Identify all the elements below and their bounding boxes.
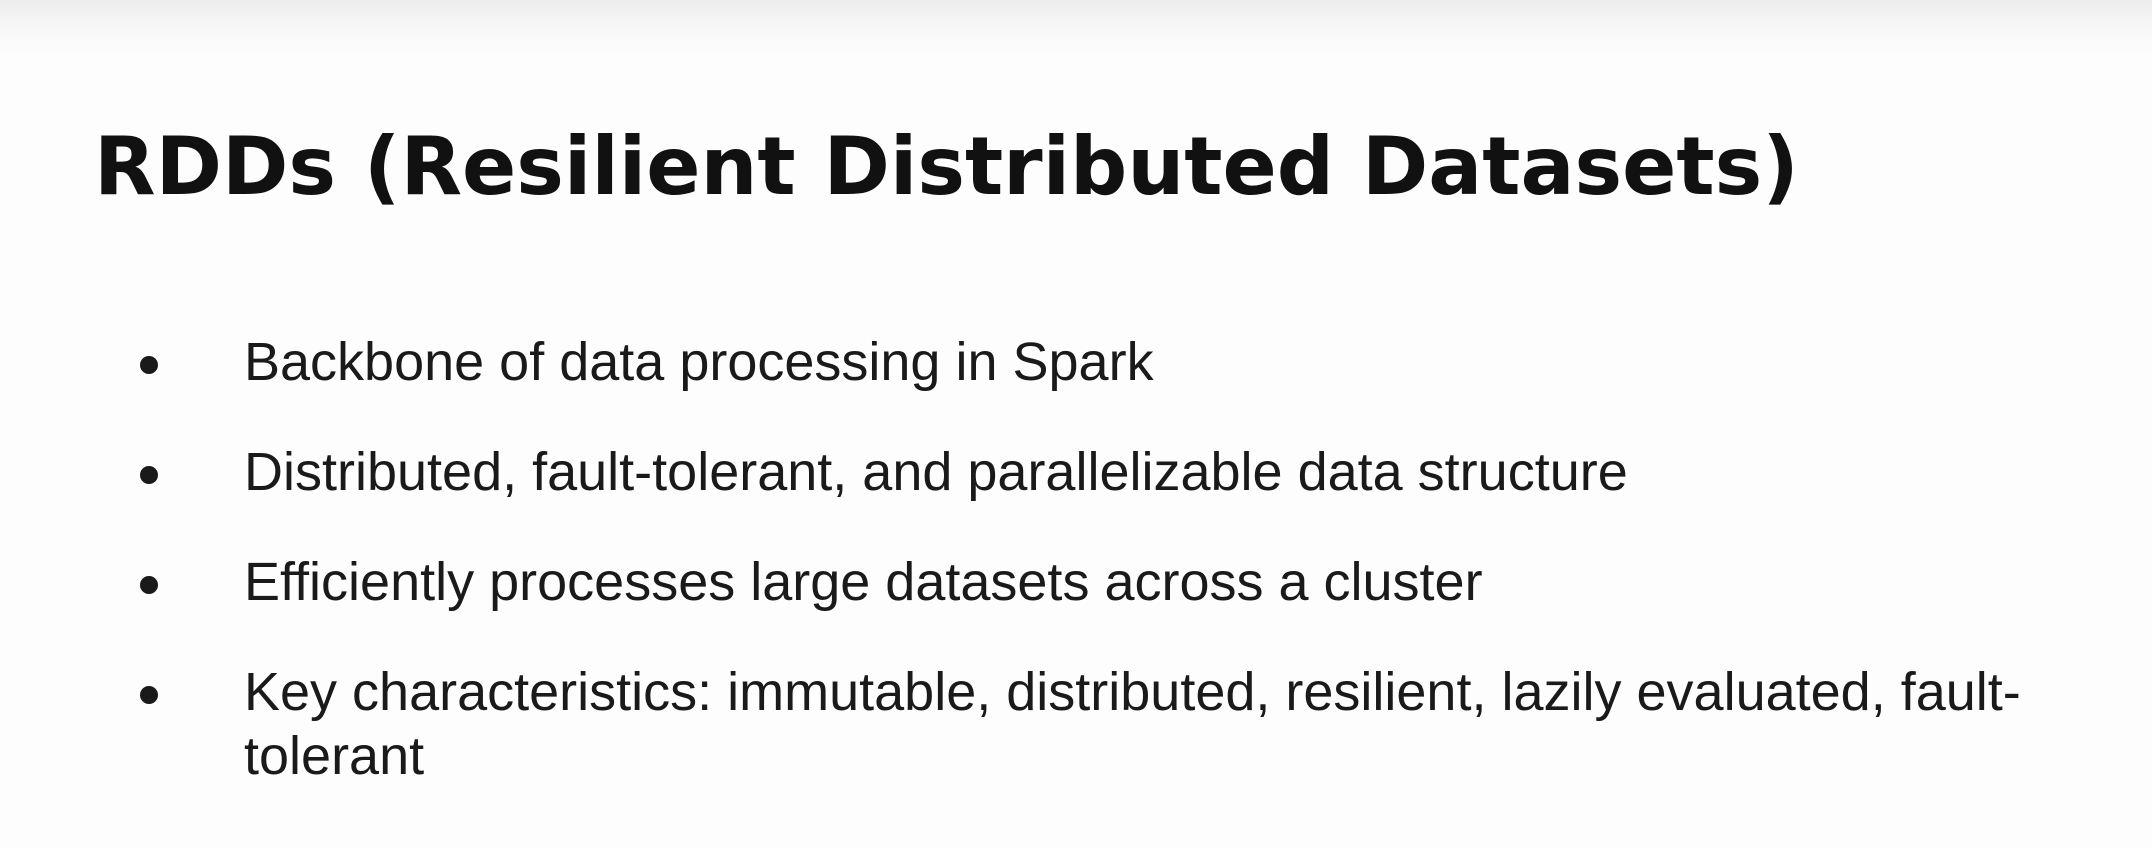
- bullet-text: Key characteristics: immutable, distribu…: [244, 662, 2021, 786]
- bullet-dot-icon: [140, 686, 158, 704]
- bullet-dot-icon: [140, 466, 158, 484]
- bullet-item: Distributed, fault-tolerant, and paralle…: [130, 440, 2120, 504]
- top-shade: [0, 0, 2152, 60]
- bullet-item: Efficiently processes large datasets acr…: [130, 550, 2120, 614]
- slide: RDDs (Resilient Distributed Datasets) Ba…: [0, 0, 2152, 848]
- bullet-list: Backbone of data processing in Spark Dis…: [130, 330, 2120, 834]
- bullet-text: Efficiently processes large datasets acr…: [244, 552, 1483, 612]
- bullet-dot-icon: [140, 356, 158, 374]
- bullet-item: Backbone of data processing in Spark: [130, 330, 2120, 394]
- bullet-dot-icon: [140, 576, 158, 594]
- bullet-text: Distributed, fault-tolerant, and paralle…: [244, 442, 1628, 502]
- bullet-item: Key characteristics: immutable, distribu…: [130, 660, 2120, 788]
- slide-title: RDDs (Resilient Distributed Datasets): [94, 120, 1799, 213]
- bullet-text: Backbone of data processing in Spark: [244, 332, 1154, 392]
